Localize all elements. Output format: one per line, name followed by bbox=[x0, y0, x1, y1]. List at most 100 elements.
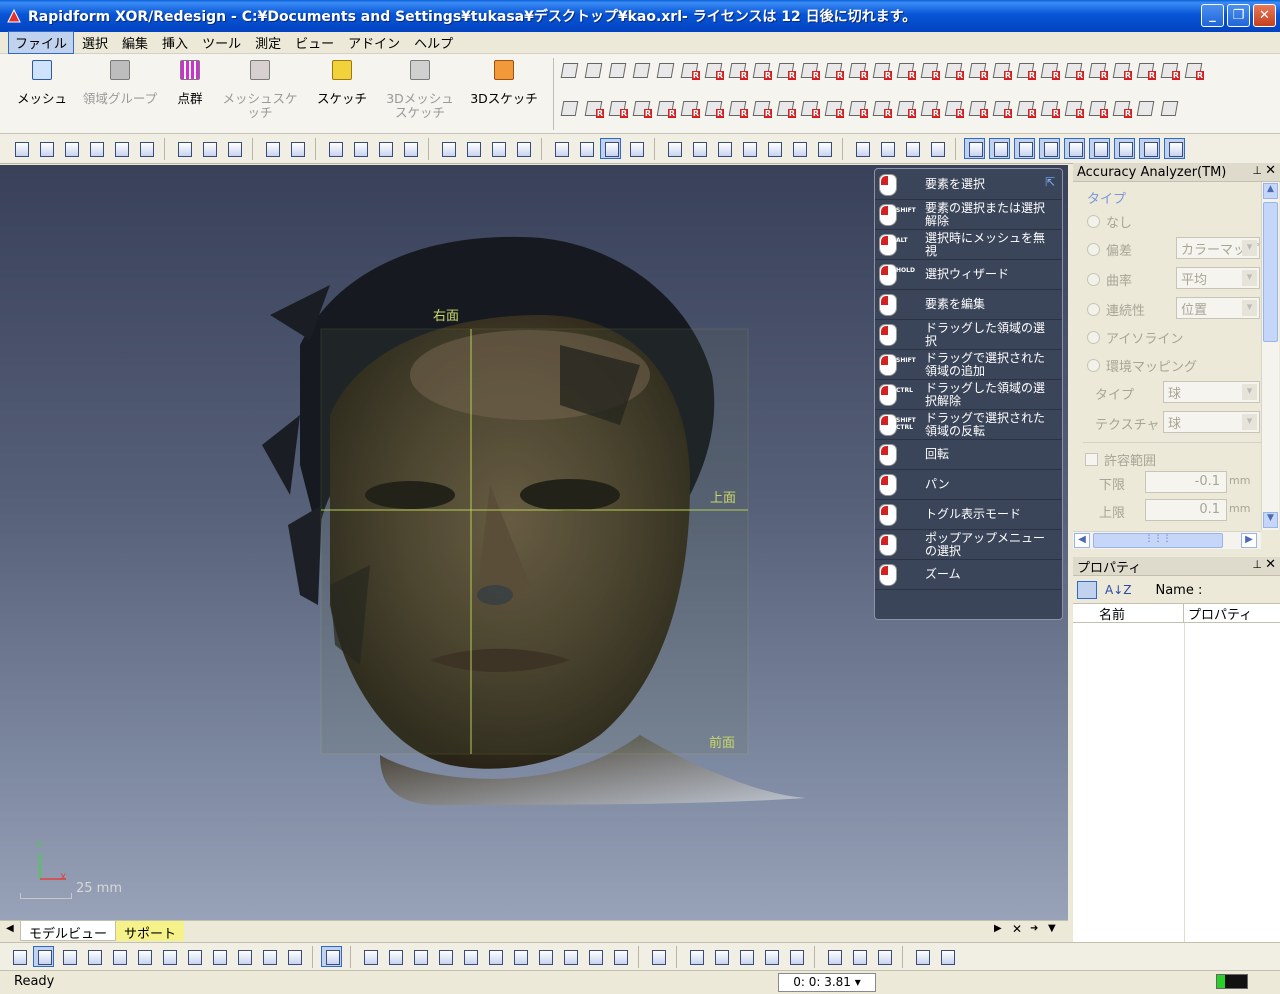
replace-face-tool-icon[interactable] bbox=[776, 98, 796, 118]
view-top-icon[interactable] bbox=[688, 138, 709, 159]
delete-face-tool-icon[interactable] bbox=[800, 98, 820, 118]
move-body-tool-icon[interactable] bbox=[1136, 60, 1156, 80]
move-face-tool-icon[interactable] bbox=[824, 98, 844, 118]
sectioning-tool-icon[interactable] bbox=[968, 98, 988, 118]
panel-close-icon[interactable]: ✕ bbox=[1265, 163, 1276, 178]
link-icon[interactable] bbox=[911, 946, 932, 967]
view-save-icon[interactable] bbox=[788, 138, 809, 159]
points-tool-icon[interactable] bbox=[656, 60, 676, 80]
zoom-fit-icon[interactable] bbox=[324, 138, 345, 159]
project-tool-icon[interactable] bbox=[992, 98, 1012, 118]
measure-angle-icon[interactable] bbox=[848, 946, 869, 967]
time-dropdown-icon[interactable]: ▾ bbox=[855, 975, 861, 989]
view-iso-icon[interactable] bbox=[600, 138, 621, 159]
view-restore-icon[interactable] bbox=[813, 138, 834, 159]
select-extend-icon[interactable] bbox=[183, 946, 204, 967]
revolve-tool-icon[interactable] bbox=[704, 60, 724, 80]
delete-body-tool-icon[interactable] bbox=[1184, 60, 1204, 80]
wizard-tool-icon[interactable] bbox=[560, 98, 580, 118]
sweep-cut-tool-icon[interactable] bbox=[680, 98, 700, 118]
tab-model-view[interactable]: モデルビュー bbox=[20, 921, 117, 942]
menu-help[interactable]: ヘルプ bbox=[408, 32, 459, 53]
zoom-region-icon[interactable] bbox=[374, 138, 395, 159]
snap-icon[interactable] bbox=[685, 946, 706, 967]
mesh3d-sketch-mode-button[interactable]: 3Dメッシュスケッチ bbox=[382, 60, 458, 126]
visibility-measure-icon[interactable] bbox=[1164, 138, 1185, 159]
light-icon[interactable] bbox=[926, 138, 947, 159]
scroll-thumb-h[interactable]: ⋮⋮⋮ bbox=[1093, 533, 1223, 548]
chamfer-tool-icon[interactable] bbox=[824, 60, 844, 80]
tab-next-icon[interactable]: ➜ bbox=[1030, 923, 1038, 934]
surface-tool-icon[interactable] bbox=[1040, 60, 1060, 80]
radio-curvature[interactable]: 曲率 bbox=[1087, 270, 1132, 289]
sewing-tool-icon[interactable] bbox=[752, 98, 772, 118]
view-left-icon[interactable] bbox=[625, 138, 646, 159]
dock-pin-icon[interactable]: ⊥ bbox=[1252, 164, 1262, 177]
tab-scroll-left-icon[interactable]: ◀ bbox=[6, 923, 14, 934]
select-circle-icon[interactable] bbox=[58, 946, 79, 967]
trim-tool-icon[interactable] bbox=[968, 60, 988, 80]
close-button[interactable]: ✕ bbox=[1253, 4, 1276, 27]
visibility-points-icon[interactable] bbox=[1014, 138, 1035, 159]
filter-surface-icon[interactable] bbox=[534, 946, 555, 967]
new-file-icon[interactable] bbox=[10, 138, 31, 159]
filter-region-icon[interactable] bbox=[384, 946, 405, 967]
mesh-sketch-mode-button[interactable]: メッシュスケッチ bbox=[222, 60, 298, 126]
vector-tool-icon[interactable] bbox=[584, 60, 604, 80]
save-icon[interactable] bbox=[60, 138, 81, 159]
sweep-tool-icon[interactable] bbox=[728, 60, 748, 80]
tab-support[interactable]: サポート bbox=[116, 921, 185, 942]
select-paint-icon[interactable] bbox=[158, 946, 179, 967]
filter-body-icon[interactable] bbox=[509, 946, 530, 967]
grid-icon[interactable] bbox=[785, 946, 806, 967]
history-icon[interactable] bbox=[223, 138, 244, 159]
zoom-in-icon[interactable] bbox=[349, 138, 370, 159]
filter-face-icon[interactable] bbox=[484, 946, 505, 967]
auto-surface-tool-icon[interactable] bbox=[584, 98, 604, 118]
select-polygon-icon[interactable] bbox=[83, 946, 104, 967]
revolve-cut-tool-icon[interactable] bbox=[656, 98, 676, 118]
tab-close-icon[interactable]: ✕ bbox=[1012, 922, 1022, 936]
snap-edge-icon[interactable] bbox=[760, 946, 781, 967]
menu-view[interactable]: ビュー bbox=[289, 32, 340, 53]
curve-tool-icon[interactable] bbox=[1016, 98, 1036, 118]
batch-icon[interactable] bbox=[135, 138, 156, 159]
extend-face-tool-icon[interactable] bbox=[848, 98, 868, 118]
rotate-tool-icon[interactable] bbox=[632, 60, 652, 80]
fillet-tool-icon[interactable] bbox=[800, 60, 820, 80]
radio-isoline[interactable]: アイソライン bbox=[1087, 328, 1183, 347]
extend-tool-icon[interactable] bbox=[992, 60, 1012, 80]
radio-continuity[interactable]: 連続性 bbox=[1087, 300, 1145, 319]
filter-vector-icon[interactable] bbox=[584, 946, 605, 967]
column-property[interactable]: プロパティ bbox=[1184, 604, 1252, 623]
select-box-icon[interactable] bbox=[233, 946, 254, 967]
view-right-icon[interactable] bbox=[663, 138, 684, 159]
open-file-icon[interactable] bbox=[35, 138, 56, 159]
section-view-icon[interactable] bbox=[851, 138, 872, 159]
visibility-body-icon[interactable] bbox=[1089, 138, 1110, 159]
filter-plane-icon[interactable] bbox=[559, 946, 580, 967]
select-line-icon[interactable] bbox=[8, 946, 29, 967]
select-visible-icon[interactable] bbox=[321, 946, 342, 967]
redo-icon[interactable] bbox=[198, 138, 219, 159]
zoom-selected-icon[interactable] bbox=[399, 138, 420, 159]
extrude-cut-tool-icon[interactable] bbox=[632, 98, 652, 118]
select-cylinder-icon[interactable] bbox=[258, 946, 279, 967]
select-freeform-icon[interactable] bbox=[108, 946, 129, 967]
export-icon[interactable] bbox=[110, 138, 131, 159]
import-icon[interactable] bbox=[85, 138, 106, 159]
view-pan-icon[interactable] bbox=[286, 138, 307, 159]
boundary-tool-icon[interactable] bbox=[1040, 98, 1060, 118]
scroll-left-icon[interactable]: ◀ bbox=[1074, 533, 1090, 548]
thicken-tool-icon[interactable] bbox=[944, 60, 964, 80]
tab-menu-icon[interactable]: ▼ bbox=[1048, 923, 1056, 934]
mirror-tool-icon[interactable] bbox=[1088, 60, 1108, 80]
radio-deviation[interactable]: 偏差 bbox=[1087, 240, 1132, 259]
filter-all-icon[interactable] bbox=[647, 946, 668, 967]
shaded-display-icon[interactable] bbox=[487, 138, 508, 159]
menu-measure[interactable]: 測定 bbox=[249, 32, 287, 53]
type-dropdown[interactable]: 球 bbox=[1163, 381, 1260, 403]
smooth-display-icon[interactable] bbox=[512, 138, 533, 159]
undo-icon[interactable] bbox=[173, 138, 194, 159]
split-face-tool-icon[interactable] bbox=[1064, 98, 1084, 118]
